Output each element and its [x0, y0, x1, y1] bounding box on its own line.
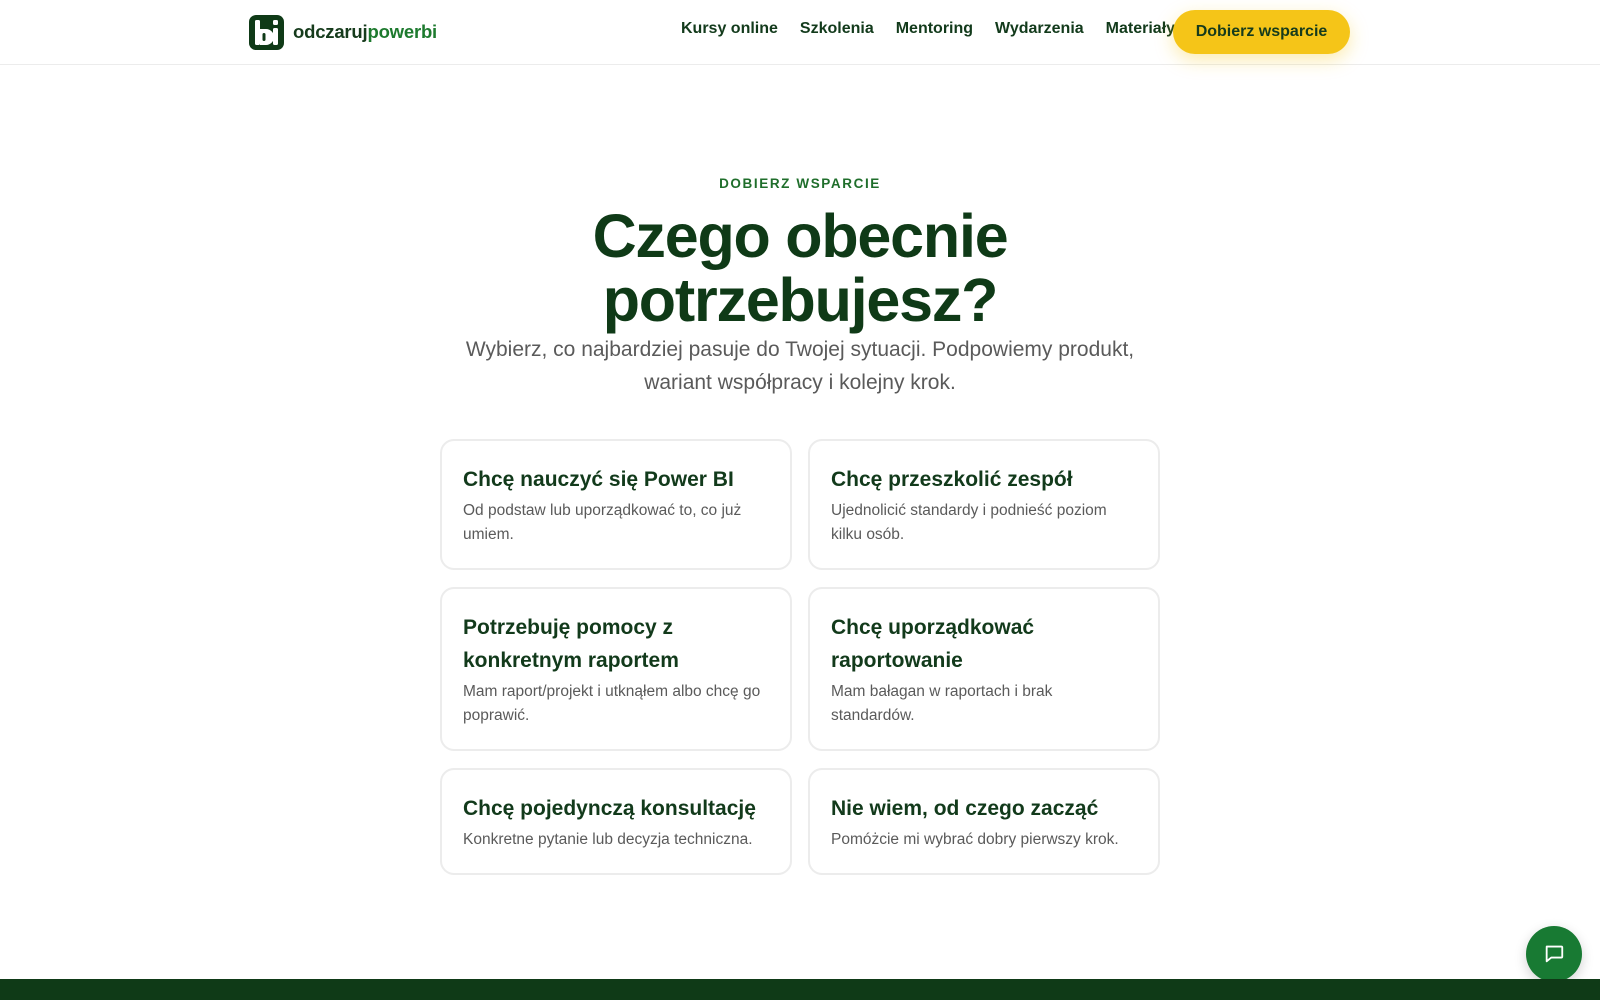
logo-text-part2: powerbi — [367, 21, 437, 42]
option-card-title: Chcę pojedynczą konsultację — [463, 797, 756, 820]
option-card-report-help[interactable]: Potrzebuję pomocy z konkretnym raportem … — [440, 587, 792, 751]
chat-bubble-icon — [1543, 942, 1565, 967]
page-title-line2: potrzebujesz? — [602, 266, 999, 334]
option-card-description: Ujednolicić standardy i podnieść poziom … — [831, 502, 1107, 543]
footer-strip — [0, 979, 1600, 1000]
page-subtitle-line1: Wybierz, co najbardziej pasuje do Twojej… — [465, 338, 1135, 361]
option-card-description: Pomóżcie mi wybrać dobry pierwszy krok. — [831, 831, 1119, 848]
site-header: odczarujpowerbi Kursy online Szkolenia M… — [0, 0, 1600, 65]
option-card-organize-reporting[interactable]: Chcę uporządkować raportowanie Mam bałag… — [808, 587, 1160, 751]
option-card-description: Od podstaw lub uporządkować to, co już u… — [463, 502, 742, 543]
nav-link-wydarzenia[interactable]: Wydarzenia — [995, 20, 1084, 38]
option-card-title: Potrzebuję pomocy z konkretnym raportem — [463, 616, 679, 672]
nav-link-mentoring[interactable]: Mentoring — [896, 20, 973, 38]
option-card-learn-power-bi[interactable]: Chcę nauczyć się Power BI Od podstaw lub… — [440, 439, 792, 570]
bi-logo-icon — [249, 14, 284, 50]
nav-link-materialy[interactable]: Materiały — [1106, 20, 1175, 38]
option-card-title: Chcę uporządkować raportowanie — [831, 616, 1035, 672]
section-eyebrow: DOBIERZ WSPARCIE — [719, 176, 881, 191]
option-card-description: Konkretne pytanie lub decyzja techniczna… — [463, 831, 753, 848]
option-card-title: Chcę przeszkolić zespół — [831, 468, 1073, 491]
logo-text-part1: odczaruj — [293, 21, 368, 42]
option-card-title: Nie wiem, od czego zacząć — [831, 797, 1099, 820]
nav-link-szkolenia[interactable]: Szkolenia — [800, 20, 874, 38]
option-card-train-team[interactable]: Chcę przeszkolić zespół Ujednolicić stan… — [808, 439, 1160, 570]
page-title: Czego obecnie potrzebujesz? — [400, 204, 1200, 332]
option-card-title: Chcę nauczyć się Power BI — [463, 468, 734, 491]
option-card-description: Mam bałagan w raportach i brak standardó… — [831, 683, 1053, 724]
option-card-description: Mam raport/projekt i utknąłem albo chcę … — [463, 683, 761, 724]
chat-button[interactable] — [1526, 926, 1582, 982]
nav-link-kursy-online[interactable]: Kursy online — [681, 20, 778, 38]
page-subtitle: Wybierz, co najbardziej pasuje do Twojej… — [440, 333, 1160, 399]
option-card-single-consultation[interactable]: Chcę pojedynczą konsultację Konkretne py… — [440, 768, 792, 875]
option-card-dont-know[interactable]: Nie wiem, od czego zacząć Pomóżcie mi wy… — [808, 768, 1160, 875]
main-nav: Kursy online Szkolenia Mentoring Wydarze… — [681, 20, 1197, 38]
dobierz-wsparcie-button[interactable]: Dobierz wsparcie — [1173, 10, 1350, 54]
logo-link[interactable]: odczarujpowerbi — [249, 14, 437, 50]
page-title-line1: Czego obecnie — [592, 202, 1009, 270]
logo-wordmark: odczarujpowerbi — [293, 21, 437, 43]
page-subtitle-line2: wariant współpracy i kolejny krok. — [644, 371, 956, 394]
